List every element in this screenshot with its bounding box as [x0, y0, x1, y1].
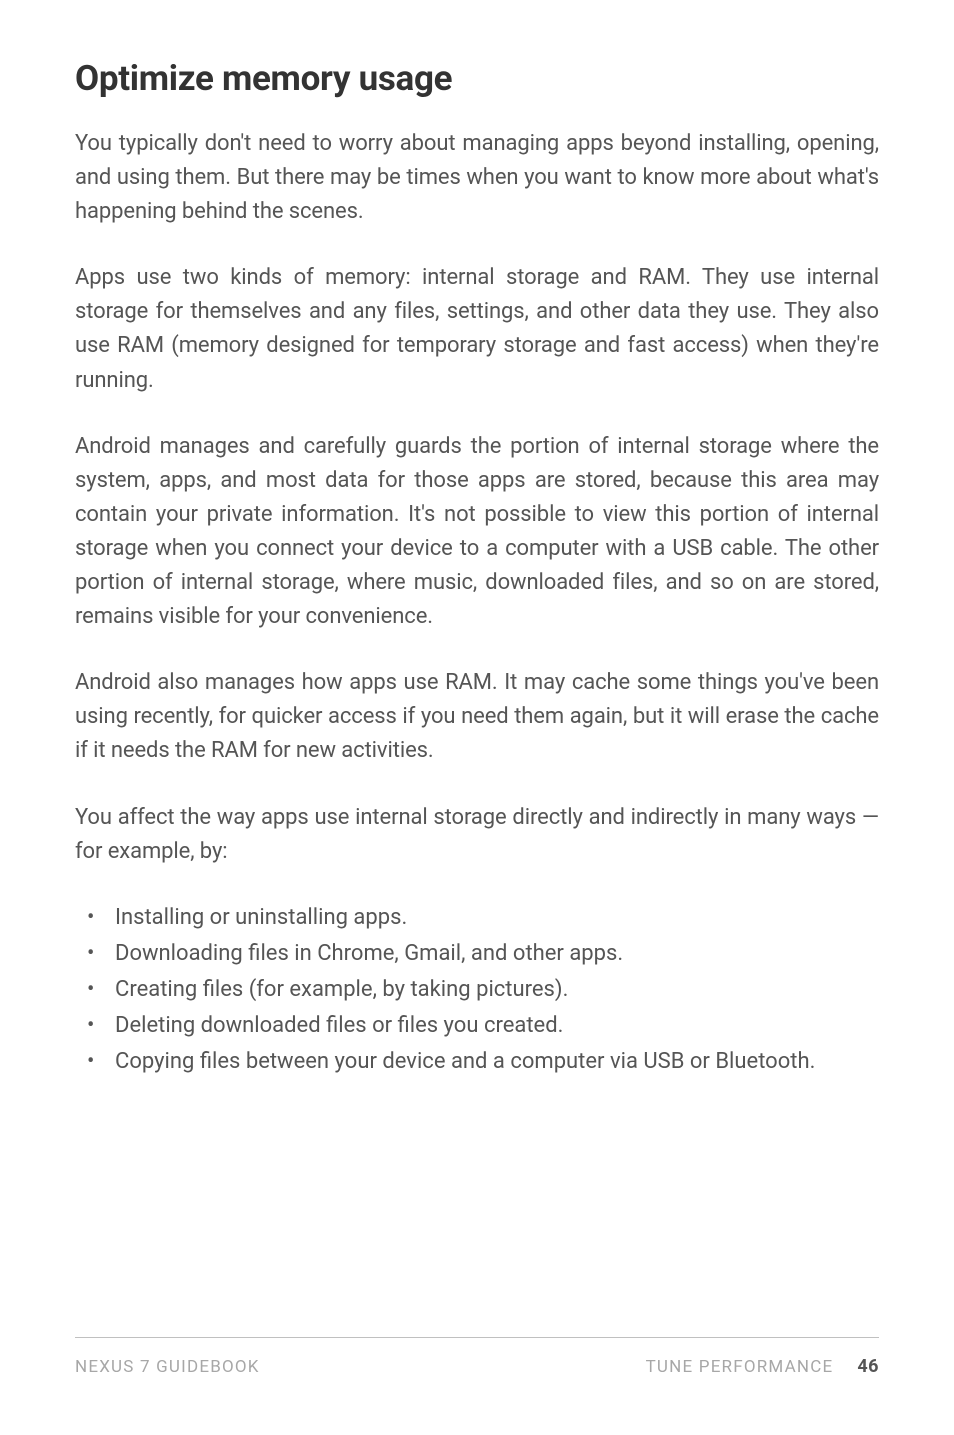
list-item: Downloading files in Chrome, Gmail, and … [79, 937, 879, 971]
list-item: Installing or uninstalling apps. [79, 901, 879, 935]
list-item: Copying files between your device and a … [79, 1045, 879, 1079]
page-heading: Optimize memory usage [75, 58, 879, 99]
list-item: Creating files (for example, by taking p… [79, 973, 879, 1007]
footer-book-title: NEXUS 7 GUIDEBOOK [75, 1357, 260, 1377]
footer-right: TUNE PERFORMANCE 46 [646, 1356, 879, 1377]
bullet-list: Installing or uninstalling apps. Downloa… [75, 901, 879, 1079]
footer-row: NEXUS 7 GUIDEBOOK TUNE PERFORMANCE 46 [75, 1356, 879, 1377]
footer-section-title: TUNE PERFORMANCE [646, 1357, 834, 1377]
body-paragraph: Apps use two kinds of memory: internal s… [75, 261, 879, 397]
body-paragraph: Android also manages how apps use RAM. I… [75, 666, 879, 768]
footer-divider [75, 1337, 879, 1338]
body-paragraph: You affect the way apps use internal sto… [75, 801, 879, 869]
body-paragraph: Android manages and carefully guards the… [75, 430, 879, 635]
list-item: Deleting downloaded files or files you c… [79, 1009, 879, 1043]
body-paragraph: You typically don't need to worry about … [75, 127, 879, 229]
footer-page-number: 46 [857, 1356, 879, 1377]
page-footer: NEXUS 7 GUIDEBOOK TUNE PERFORMANCE 46 [75, 1337, 879, 1377]
